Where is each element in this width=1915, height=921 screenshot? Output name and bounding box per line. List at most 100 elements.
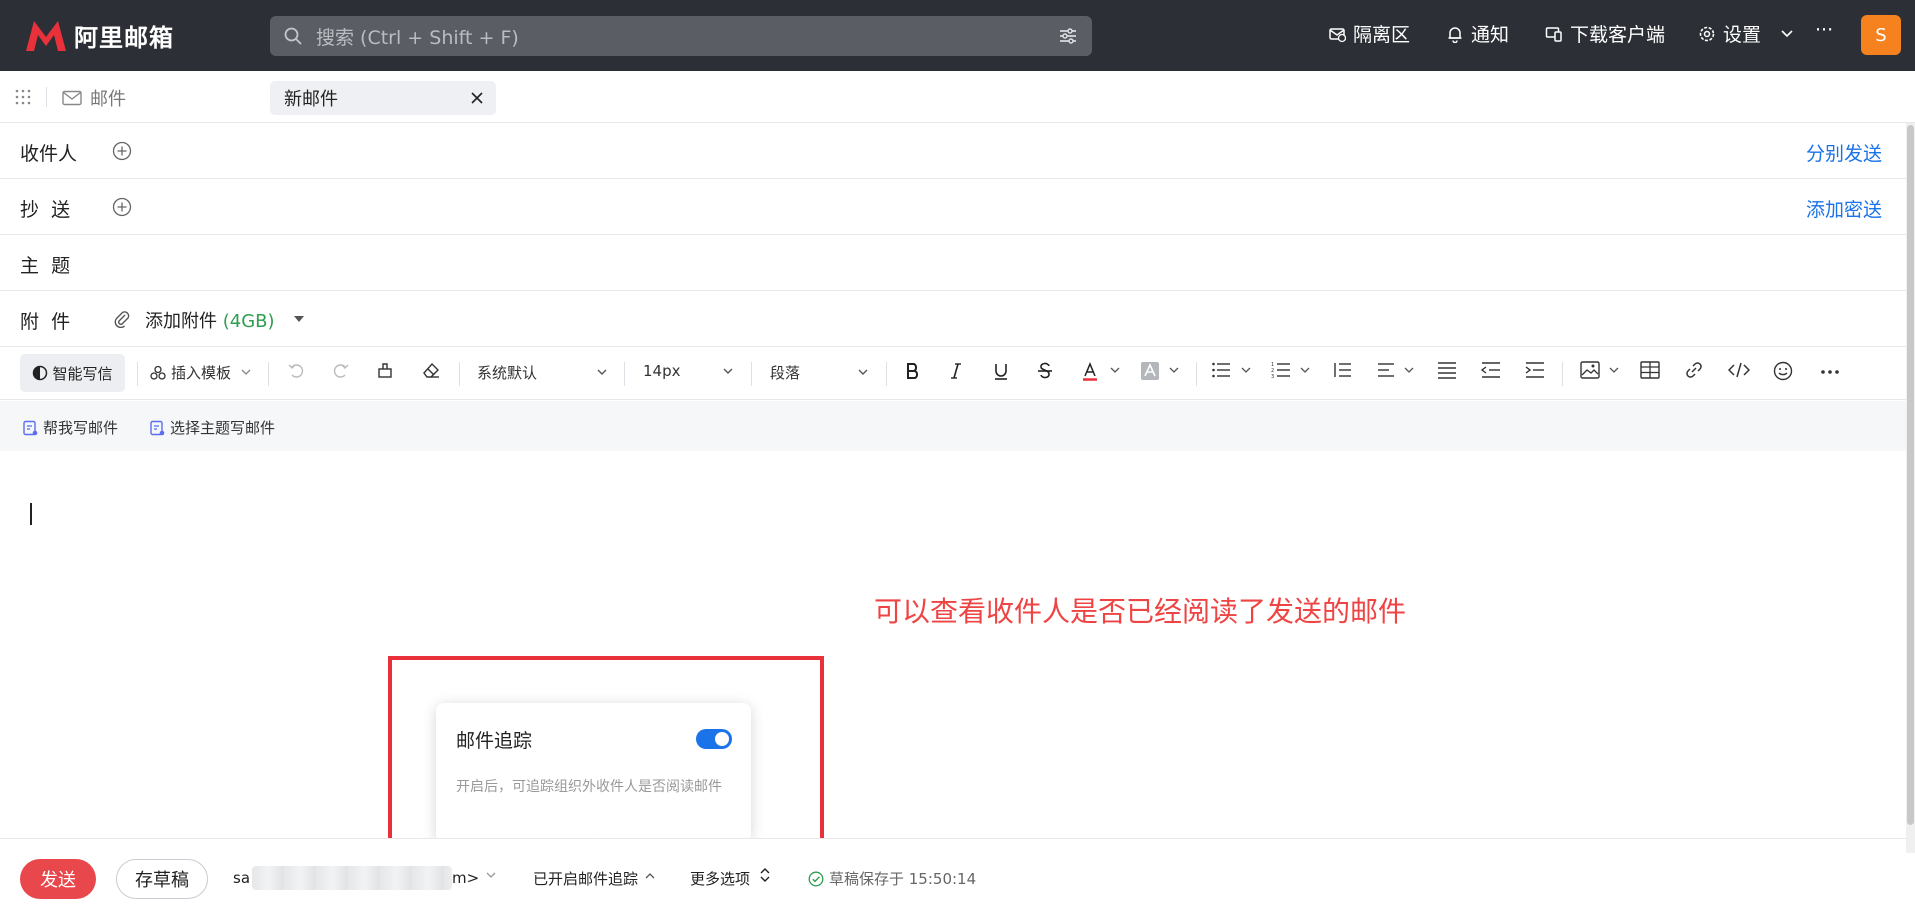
chevron-down-icon[interactable]: [1169, 367, 1179, 374]
emoji-icon[interactable]: [1773, 361, 1793, 381]
more-options-button[interactable]: 更多选项: [690, 868, 750, 889]
more-tools-icon[interactable]: [1820, 369, 1840, 375]
filter-icon[interactable]: [1058, 27, 1078, 45]
justify-icon[interactable]: [1437, 361, 1457, 379]
toolbar-separator: [751, 362, 752, 386]
tracking-status-button[interactable]: 已开启邮件追踪: [533, 868, 638, 889]
line-height-icon[interactable]: [1332, 361, 1352, 379]
topic-write-button[interactable]: 选择主题写邮件: [149, 417, 275, 438]
italic-icon[interactable]: [948, 361, 964, 381]
add-attachment-label: 添加附件: [145, 311, 217, 332]
save-draft-button[interactable]: 存草稿: [116, 859, 208, 899]
app-logo[interactable]: 阿里邮箱: [24, 18, 174, 53]
chevron-down-icon: [241, 369, 251, 375]
table-icon[interactable]: [1640, 361, 1660, 379]
underline-icon[interactable]: [992, 361, 1010, 381]
eraser-icon[interactable]: [421, 361, 441, 379]
device-icon: [1545, 26, 1562, 42]
paragraph-value: 段落: [770, 364, 801, 382]
to-field[interactable]: 收件人 分别发送: [0, 123, 1906, 179]
nav-notifications-label: 通知: [1471, 24, 1510, 46]
paragraph-select[interactable]: 段落: [770, 362, 868, 383]
sender-chevron-down-icon[interactable]: [486, 872, 496, 879]
highlight-color-icon[interactable]: [1140, 361, 1160, 381]
font-size-select[interactable]: 14px: [643, 362, 733, 380]
align-left-icon[interactable]: [1377, 361, 1397, 379]
toolbar-separator: [624, 362, 625, 386]
draft-saved-status: 草稿保存于 15:50:14: [808, 868, 976, 889]
chevron-down-icon[interactable]: [1110, 367, 1120, 374]
gear-icon: [1699, 26, 1715, 41]
nav-quarantine[interactable]: 隔离区: [1328, 20, 1410, 47]
font-color-icon[interactable]: [1081, 361, 1099, 381]
help-write-label: 帮我写邮件: [43, 419, 119, 437]
settings-chevron-down-icon[interactable]: [1781, 30, 1793, 38]
bullet-list-icon[interactable]: [1211, 361, 1231, 379]
tracking-popup: 邮件追踪 开启后，可追踪组织外收件人是否阅读邮件: [436, 703, 751, 855]
text-cursor: [30, 503, 32, 525]
redo-icon[interactable]: [332, 361, 350, 379]
close-icon[interactable]: [470, 91, 484, 105]
ai-write-label: 智能写信: [52, 364, 113, 383]
chevron-down-icon[interactable]: [1609, 367, 1619, 374]
format-painter-icon[interactable]: [376, 361, 394, 379]
ai-write-button[interactable]: 智能写信: [20, 354, 125, 392]
tracking-toggle[interactable]: [696, 729, 732, 749]
add-attachment-button[interactable]: 添加附件 (4GB): [145, 307, 275, 333]
attachment-label: 附 件: [20, 311, 71, 333]
code-icon[interactable]: [1728, 361, 1750, 379]
format-toolbar: 智能写信 插入模板 系统默认 14px 段落 1 2 3: [0, 346, 1906, 400]
nav-notifications[interactable]: 通知: [1446, 20, 1509, 47]
apps-grid-icon[interactable]: [14, 88, 32, 106]
nav-settings[interactable]: 设置: [1698, 20, 1761, 47]
toolbar-separator: [268, 362, 269, 386]
chevron-down-icon[interactable]: [1241, 367, 1251, 374]
nav-download-client[interactable]: 下载客户端: [1545, 20, 1665, 47]
cc-field[interactable]: 抄 送 添加密送: [0, 179, 1906, 235]
ai-actions-row: 帮我写邮件 选择主题写邮件: [0, 401, 1906, 451]
insert-template-dropdown[interactable]: 插入模板: [150, 362, 251, 383]
scrollbar-thumb[interactable]: [1907, 125, 1914, 825]
send-button[interactable]: 发送: [20, 859, 96, 899]
tracking-popup-title: 邮件追踪: [456, 730, 533, 752]
toolbar-separator: [886, 362, 887, 386]
insert-template-label: 插入模板: [171, 364, 232, 382]
document-icon: [23, 420, 38, 435]
chevron-up-icon[interactable]: [645, 872, 655, 879]
split-send-link[interactable]: 分别发送: [1806, 139, 1882, 166]
bold-icon[interactable]: [904, 361, 922, 381]
subject-field[interactable]: 主 题: [0, 235, 1906, 291]
image-icon[interactable]: [1580, 361, 1600, 379]
more-menu-button[interactable]: ···: [1815, 19, 1833, 41]
logo-m-icon: [26, 20, 66, 51]
link-icon[interactable]: [1684, 361, 1704, 379]
search-bar[interactable]: 搜索 (Ctrl + Shift + F): [270, 16, 1092, 56]
tab-new-mail[interactable]: 新邮件: [270, 81, 496, 115]
attachment-caret-down-icon[interactable]: [294, 316, 304, 322]
tab-divider: [46, 87, 47, 107]
top-bar: 阿里邮箱 搜索 (Ctrl + Shift + F) 隔离区 通知 下载客户端 …: [0, 0, 1915, 71]
strikethrough-icon[interactable]: [1036, 361, 1054, 381]
add-bcc-link[interactable]: 添加密送: [1806, 195, 1882, 222]
toolbar-separator: [1196, 362, 1197, 386]
expand-collapse-icon[interactable]: [760, 868, 770, 882]
topic-write-label: 选择主题写邮件: [170, 419, 276, 437]
tab-mail[interactable]: 邮件: [62, 85, 126, 111]
help-write-button[interactable]: 帮我写邮件: [22, 417, 118, 438]
scrollbar[interactable]: [1906, 123, 1915, 853]
outdent-icon[interactable]: [1481, 361, 1501, 379]
search-input[interactable]: 搜索 (Ctrl + Shift + F): [316, 23, 519, 50]
sender-address-blurred[interactable]: [252, 866, 452, 890]
bottom-bar: 发送 存草稿 sa m> 已开启邮件追踪 更多选项 草稿保存于 15:50:14: [0, 838, 1906, 921]
undo-icon[interactable]: [287, 361, 305, 379]
tracking-popup-description: 开启后，可追踪组织外收件人是否阅读邮件: [456, 779, 722, 795]
indent-icon[interactable]: [1525, 361, 1545, 379]
add-cc-icon[interactable]: [112, 197, 132, 217]
toolbar-separator: [1562, 362, 1563, 386]
add-recipient-icon[interactable]: [112, 141, 132, 161]
avatar[interactable]: S: [1861, 15, 1901, 55]
chevron-down-icon[interactable]: [1300, 367, 1310, 374]
chevron-down-icon[interactable]: [1404, 367, 1414, 374]
font-family-select[interactable]: 系统默认: [477, 362, 607, 383]
numbered-list-icon[interactable]: 123: [1271, 361, 1291, 379]
